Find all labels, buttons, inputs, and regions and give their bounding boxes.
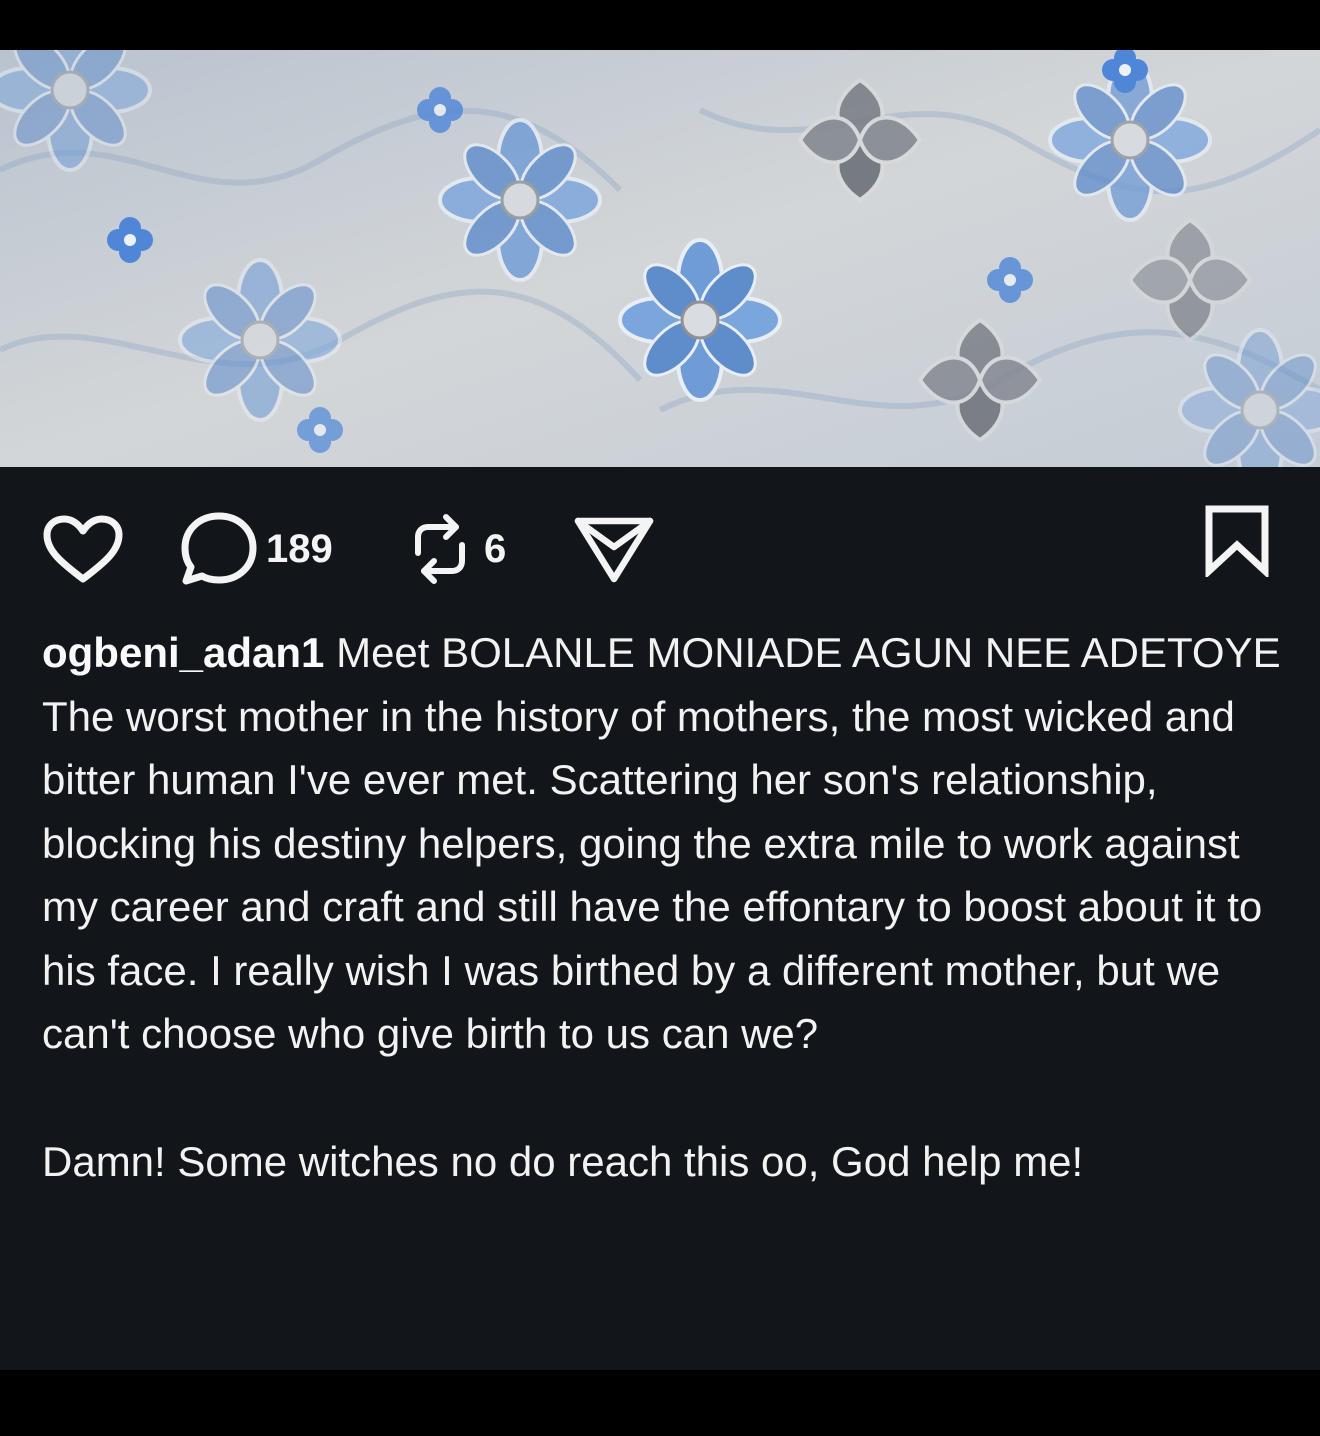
action-bar: 189 6 xyxy=(0,467,1320,627)
repost-arrows-icon xyxy=(415,514,465,584)
caption-title: Meet BOLANLE MONIADE AGUN NEE ADETOYE xyxy=(336,629,1281,676)
bookmark-button[interactable] xyxy=(1203,503,1271,577)
like-button[interactable] xyxy=(42,515,124,585)
bookmark-icon xyxy=(1205,505,1269,577)
paper-plane-icon xyxy=(574,517,654,583)
bottom-black-bar xyxy=(0,1370,1320,1436)
comment-count: 189 xyxy=(266,526,333,571)
share-button[interactable] xyxy=(574,515,654,585)
floral-fabric-pattern xyxy=(0,50,1320,467)
caption-header: ogbeni_adan1 Meet BOLANLE MONIADE AGUN N… xyxy=(42,621,1282,685)
repost-count: 6 xyxy=(484,526,507,571)
post-panel: 189 6 ogbeni_adan1 Meet BOLANLE MONIADE … xyxy=(0,467,1320,1370)
repost-button[interactable]: 6 xyxy=(408,509,506,589)
top-black-bar xyxy=(0,0,1320,50)
comment-button[interactable]: 189 xyxy=(180,511,333,587)
post-caption: ogbeni_adan1 Meet BOLANLE MONIADE AGUN N… xyxy=(42,621,1282,1193)
username-link[interactable]: ogbeni_adan1 xyxy=(42,629,324,676)
post-image[interactable] xyxy=(0,50,1320,467)
caption-closing: Damn! Some witches no do reach this oo, … xyxy=(42,1137,1084,1185)
caption-body: The worst mother in the history of mothe… xyxy=(42,692,1263,1058)
speech-bubble-icon xyxy=(181,512,257,585)
heart-icon xyxy=(43,515,123,583)
